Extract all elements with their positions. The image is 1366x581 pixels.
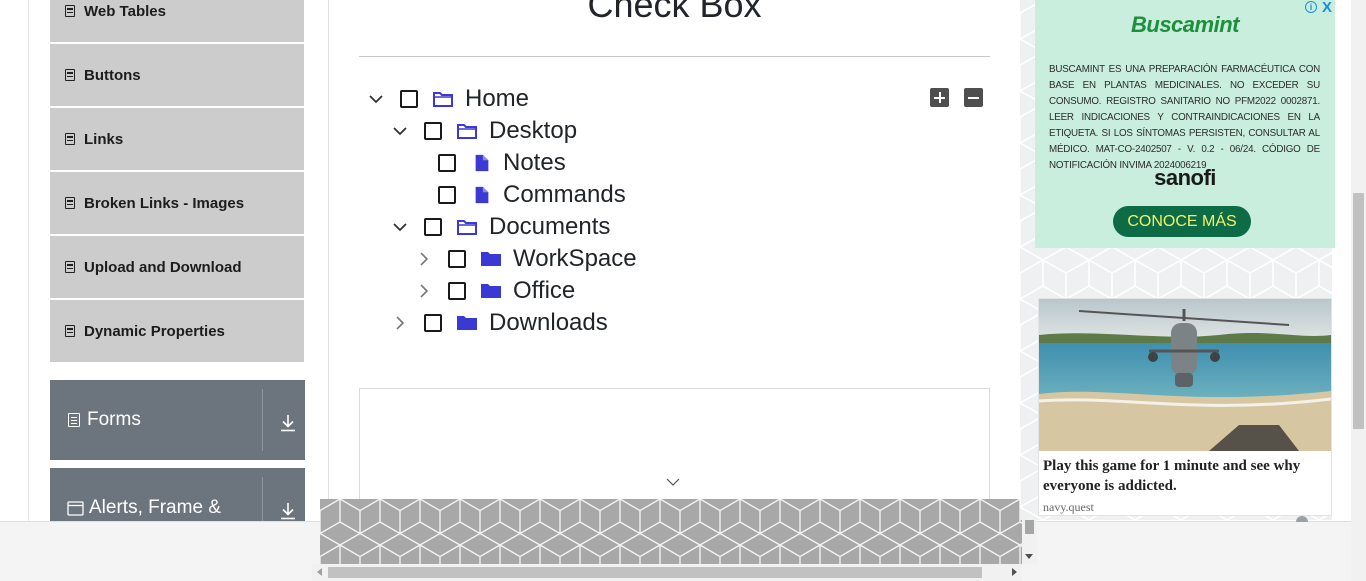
checkbox[interactable] [438,154,456,172]
checkbox[interactable] [424,218,442,236]
horizontal-scrollbar[interactable] [312,564,1022,581]
chevron-right-icon[interactable] [414,249,434,269]
tree-node-workspace: WorkSpace [414,244,637,274]
group-header-divider [262,389,263,451]
ad-disclaimer: BUSCAMINT ES UNA PREPARACIÓN FARMACÉUTIC… [1049,64,1320,171]
sidebar-item-dynamic-properties[interactable]: Dynamic Properties [50,300,304,362]
file-icon [475,154,489,172]
tree-node-label[interactable]: Desktop [489,117,577,145]
sidebar-item-buttons[interactable]: Buttons [50,44,304,106]
tree-node-label[interactable]: Commands [503,181,626,209]
sidebar-item-web-tables[interactable]: Web Tables [50,0,304,42]
sidebar-item-label: Dynamic Properties [84,322,225,340]
folder-closed-icon [481,284,501,298]
window-icon [67,500,84,516]
sidebar-item-label: Links [84,130,124,148]
html5-icon [65,261,75,273]
group-header-label: Alerts, Frame & [89,497,221,518]
html5-icon [65,5,75,17]
download-icon [281,415,295,432]
file-icon [475,186,489,204]
ad-source[interactable]: navy.quest [1043,500,1094,515]
helicopter-beach-image [1039,299,1331,451]
scroll-thumb[interactable] [1353,193,1364,429]
ad-choices-icon[interactable] [1296,516,1308,522]
sidebar-elements-list: Web Tables Buttons Links Broken Links - … [50,0,304,364]
ad-buscamint[interactable]: Buscamint i X BUSCAMINT ES UNA PREPARACI… [1035,0,1335,248]
sidebar-item-label: Upload and Download [84,258,242,276]
tree-node-documents: Documents [390,212,610,242]
ad-cta-button[interactable]: CONOCE MÁS [1113,206,1251,237]
ad-company-logo: sanofi [1154,165,1216,190]
tree-node-downloads: Downloads [390,308,608,338]
checkbox[interactable] [424,314,442,332]
html5-icon [65,197,75,209]
tree-node-label[interactable]: WorkSpace [513,245,637,273]
form-icon [68,413,80,427]
sidebar-item-label: Broken Links - Images [84,194,245,212]
title-divider [359,56,990,57]
download-icon [281,503,295,520]
checkbox[interactable] [424,122,442,140]
folder-closed-icon [481,252,501,266]
cube-pattern-graphic [320,499,1023,564]
chevron-right-icon[interactable] [414,281,434,301]
bottom-ad-banner[interactable] [320,499,1023,564]
sidebar-divider [328,0,329,500]
tree-node-label[interactable]: Notes [503,149,566,177]
ad-headline[interactable]: Play this game for 1 minute and see why … [1043,456,1325,496]
ad-close-icon[interactable]: X [1322,0,1332,16]
html5-icon [65,69,75,81]
html5-icon [65,325,75,337]
scroll-left-arrow-icon[interactable] [317,568,322,576]
tree-node-notes: Notes [424,148,566,178]
checkbox[interactable] [400,90,418,108]
scroll-right-arrow-icon[interactable] [1012,568,1017,576]
sidebar-item-broken-links[interactable]: Broken Links - Images [50,172,304,234]
checkbox[interactable] [438,186,456,204]
sidebar-item-upload-download[interactable]: Upload and Download [50,236,304,298]
checkbox[interactable] [448,282,466,300]
page-scrollbar[interactable] [1351,0,1366,581]
group-header-forms[interactable]: Forms [50,380,305,460]
tree-node-label[interactable]: Downloads [489,309,608,337]
group-header-label: Forms [87,409,141,430]
ad-brand: Buscamint [1131,12,1239,37]
folder-open-icon [433,92,453,107]
ad-info-icon[interactable]: i [1305,1,1317,13]
chevron-down-icon[interactable] [366,89,386,109]
expand-all-button[interactable] [930,88,949,107]
sidebar-item-label: Buttons [84,66,141,84]
tree-node-label[interactable]: Documents [489,213,610,241]
tree-node-home: Home [366,84,529,114]
chevron-down-icon[interactable] [390,121,410,141]
tree-node-commands: Commands [424,180,626,210]
left-border [28,0,29,521]
chevron-down-icon[interactable] [390,217,410,237]
ad-game[interactable]: Play this game for 1 minute and see why … [1038,298,1332,516]
folder-open-icon [457,124,477,139]
tree-node-desktop: Desktop [390,116,577,146]
checkbox[interactable] [448,250,466,268]
folder-open-icon [457,220,477,235]
html5-icon [65,133,75,145]
tree-node-label[interactable]: Office [513,277,575,305]
tree-node-office: Office [414,276,575,306]
sidebar-item-links[interactable]: Links [50,108,304,170]
scroll-thumb[interactable] [328,567,982,578]
scroll-down-arrow-icon[interactable] [1025,554,1033,559]
chevron-down-icon[interactable] [665,476,681,488]
folder-closed-icon [457,316,477,330]
chevron-right-icon[interactable] [390,313,410,333]
collapse-all-button[interactable] [964,88,983,107]
page-title: Check Box [587,0,762,25]
sidebar-item-label: Web Tables [84,2,166,20]
tree-node-label[interactable]: Home [465,85,529,113]
